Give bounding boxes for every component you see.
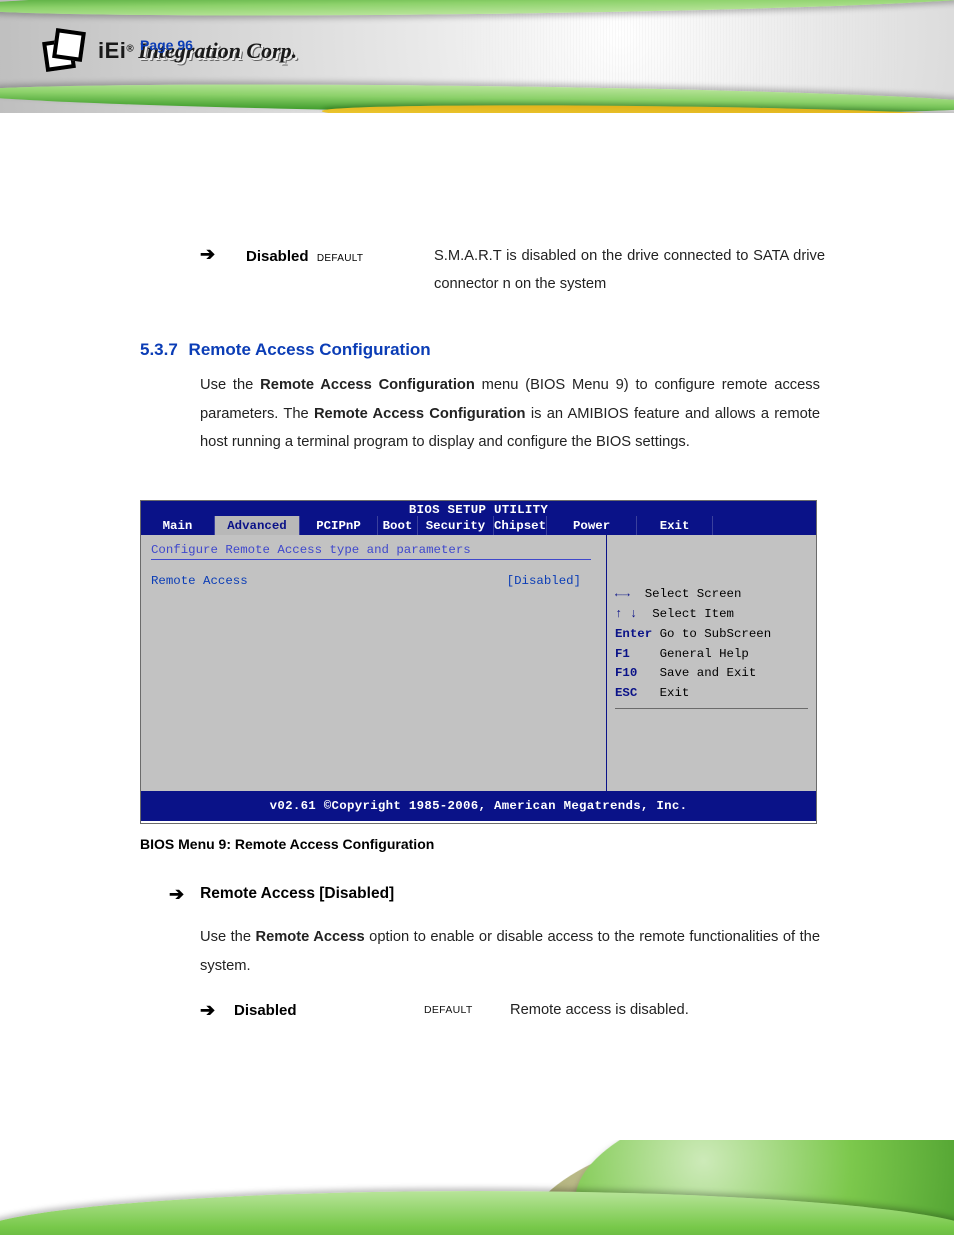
bios-tab-chipset[interactable]: Chipset xyxy=(494,516,547,535)
para-text: menu ( xyxy=(475,377,530,393)
arrow-right-icon: ➔ xyxy=(200,244,215,264)
option-description: S.M.A.R.T is disabled on the drive conne… xyxy=(434,243,825,299)
bios-right-pane: ←→ Select Screen ↑ ↓ Select Item Enter G… xyxy=(607,535,816,791)
option-heading-remote-access: ➔ Remote Access [Disabled] xyxy=(169,885,394,903)
nav-symbol: Enter xyxy=(615,627,652,641)
logo-initials: iEi xyxy=(98,38,126,63)
option-paragraph: Use the Remote Access option to enable o… xyxy=(200,923,820,980)
bios-hint-bar: v02.61 ©Copyright 1985-2006, American Me… xyxy=(141,791,816,821)
option-label: Disabled xyxy=(246,248,309,265)
subsection-title: Remote Access Configuration xyxy=(189,340,431,359)
para-text: Use the xyxy=(200,929,255,945)
bios-setting-value: [Disabled] xyxy=(507,574,581,588)
para-bold: Remote Access xyxy=(255,929,364,945)
bios-setting-row[interactable]: Remote Access [Disabled] xyxy=(151,574,581,588)
page-number: Page 96 xyxy=(140,37,193,53)
option-tag: DEFAULT xyxy=(424,1004,473,1016)
nav-text: Go to SubScreen xyxy=(660,627,772,641)
subsection-number: 5.3.7 xyxy=(140,340,178,359)
header-ribbon: iEi® Integration Corp. xyxy=(0,0,954,113)
bios-tab-pcipnp[interactable]: PCIPnP xyxy=(300,516,378,535)
footer-swoosh xyxy=(0,1140,954,1235)
bios-tab-exit[interactable]: Exit xyxy=(637,516,713,535)
option-disabled-remote: ➔ Disabled DEFAULT Remote access is disa… xyxy=(200,997,689,1027)
nav-text: Select Item xyxy=(652,607,734,621)
bios-tab-security[interactable]: Security xyxy=(418,516,494,535)
bios-group-title: Configure Remote Access type and paramet… xyxy=(151,543,596,557)
bios-tab-main[interactable]: Main xyxy=(141,516,215,535)
bios-setting-key: Remote Access xyxy=(151,574,248,588)
nav-symbol: ↑ ↓ xyxy=(615,607,637,621)
bios-screenshot: BIOS SETUP UTILITY Main Advanced PCIPnP … xyxy=(140,500,817,824)
option-label: Disabled xyxy=(234,1002,297,1019)
option-description: Remote access is disabled. xyxy=(510,997,689,1025)
para-bold: Remote Access Configuration xyxy=(260,377,475,393)
bios-tab-power[interactable]: Power xyxy=(547,516,637,535)
subsection-heading: 5.3.7 Remote Access Configuration xyxy=(140,340,431,360)
nav-text: Exit xyxy=(660,686,690,700)
bios-left-pane: Configure Remote Access type and paramet… xyxy=(141,535,607,791)
nav-symbol: ESC xyxy=(615,686,637,700)
intro-paragraph: Use the Remote Access Configuration menu… xyxy=(200,371,820,457)
nav-symbol: ←→ xyxy=(615,587,630,601)
logo-registered: ® xyxy=(126,43,133,54)
option-tag: DEFAULT xyxy=(317,253,363,264)
nav-text: General Help xyxy=(660,647,749,661)
option-disabled-smart: ➔ Disabled DEFAULT S.M.A.R.T is disabled… xyxy=(200,243,825,299)
para-text: Use the xyxy=(200,377,260,393)
nav-text: Select Screen xyxy=(645,587,742,601)
arrow-right-icon: ➔ xyxy=(200,1000,215,1020)
bios-title: BIOS SETUP UTILITY xyxy=(141,501,816,516)
cross-reference: BIOS Menu 9 xyxy=(530,377,624,393)
arrow-right-icon: ➔ xyxy=(169,885,184,903)
bios-tab-boot[interactable]: Boot xyxy=(378,516,418,535)
bios-caption: BIOS Menu 9: Remote Access Configuration xyxy=(140,836,434,852)
bios-tab-bar: Main Advanced PCIPnP Boot Security Chips… xyxy=(141,516,816,535)
nav-text: Save and Exit xyxy=(660,666,757,680)
nav-symbol: F1 xyxy=(615,647,630,661)
option-heading-text: Remote Access [Disabled] xyxy=(200,885,394,903)
para-bold: Remote Access Configuration xyxy=(314,406,526,422)
nav-symbol: F10 xyxy=(615,666,637,680)
brand-logo-icon xyxy=(44,30,90,76)
bios-tab-advanced[interactable]: Advanced xyxy=(215,516,300,535)
